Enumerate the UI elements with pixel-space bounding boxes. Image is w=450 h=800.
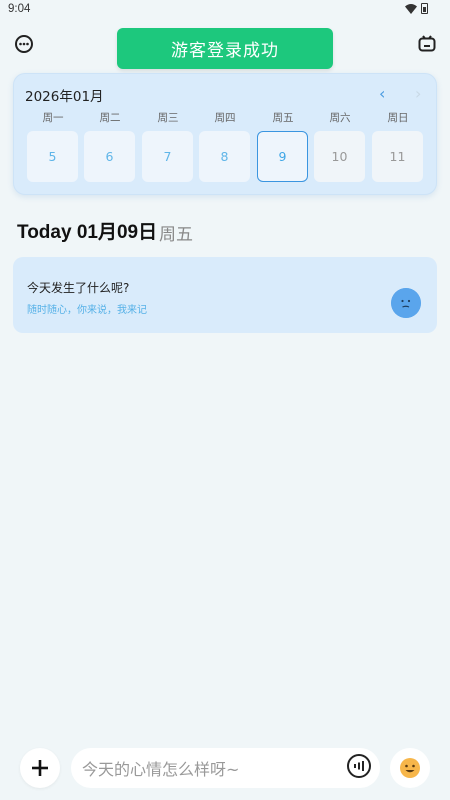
entry-title: 今天发生了什么呢? [27,281,130,295]
wifi-icon [405,4,417,14]
weekday-label: 周二 [99,112,121,124]
status-time: 9:04 [8,3,31,15]
emoji-smile-icon [400,758,420,778]
weekday-label: 周五 [272,112,294,124]
weekday-row: 周一 周二 周三 周四 周五 周六 周日 [27,110,427,126]
mood-face-icon [391,288,421,318]
emoji-button[interactable] [390,748,430,788]
day-cell[interactable]: 10 [314,131,365,182]
day-cell-selected[interactable]: 9 [257,131,308,182]
chevron-left-icon[interactable]: ‹ [379,84,385,103]
day-cell[interactable]: 8 [199,131,250,182]
day-cell[interactable]: 5 [27,131,78,182]
login-success-toast: 游客登录成功 [117,28,333,69]
plus-icon [32,760,48,776]
diary-entry-card[interactable]: 今天发生了什么呢? 随时随心，你来说，我来记 [13,257,437,333]
weekday-label: 周四 [214,112,236,124]
chevron-right-icon[interactable]: › [415,84,421,103]
weekday-label: 周三 [157,112,179,124]
tv-button[interactable] [416,33,438,55]
today-weekday: 周五 [159,225,193,245]
week-calendar: 2026年01月 ‹ › 周一 周二 周三 周四 周五 周六 周日 5 6 7 … [13,73,437,195]
day-row: 5 6 7 8 9 10 11 [27,131,427,183]
weekday-label: 周日 [387,112,409,124]
today-title: Today 01月09日 [17,222,158,243]
add-button[interactable] [20,748,60,788]
status-bar: 9:04 [0,0,450,20]
weekday-label: 周六 [329,112,351,124]
day-cell[interactable]: 6 [84,131,135,182]
calendar-month: 2026年01月 [25,89,104,105]
status-icons [405,3,428,14]
day-cell[interactable]: 11 [372,131,423,182]
day-cell[interactable]: 7 [142,131,193,182]
voice-button[interactable] [347,754,371,778]
more-dots-icon [15,35,33,53]
more-options-button[interactable] [13,33,35,55]
voice-wave-icon [354,761,364,771]
entry-subtitle: 随时随心，你来说，我来记 [27,305,147,316]
weekday-label: 周一 [42,112,64,124]
mood-input[interactable]: 今天的心情怎么样呀~ [71,748,380,788]
tv-icon [418,35,436,52]
bottom-bar: 今天的心情怎么样呀~ [0,740,450,800]
battery-icon [421,3,428,14]
